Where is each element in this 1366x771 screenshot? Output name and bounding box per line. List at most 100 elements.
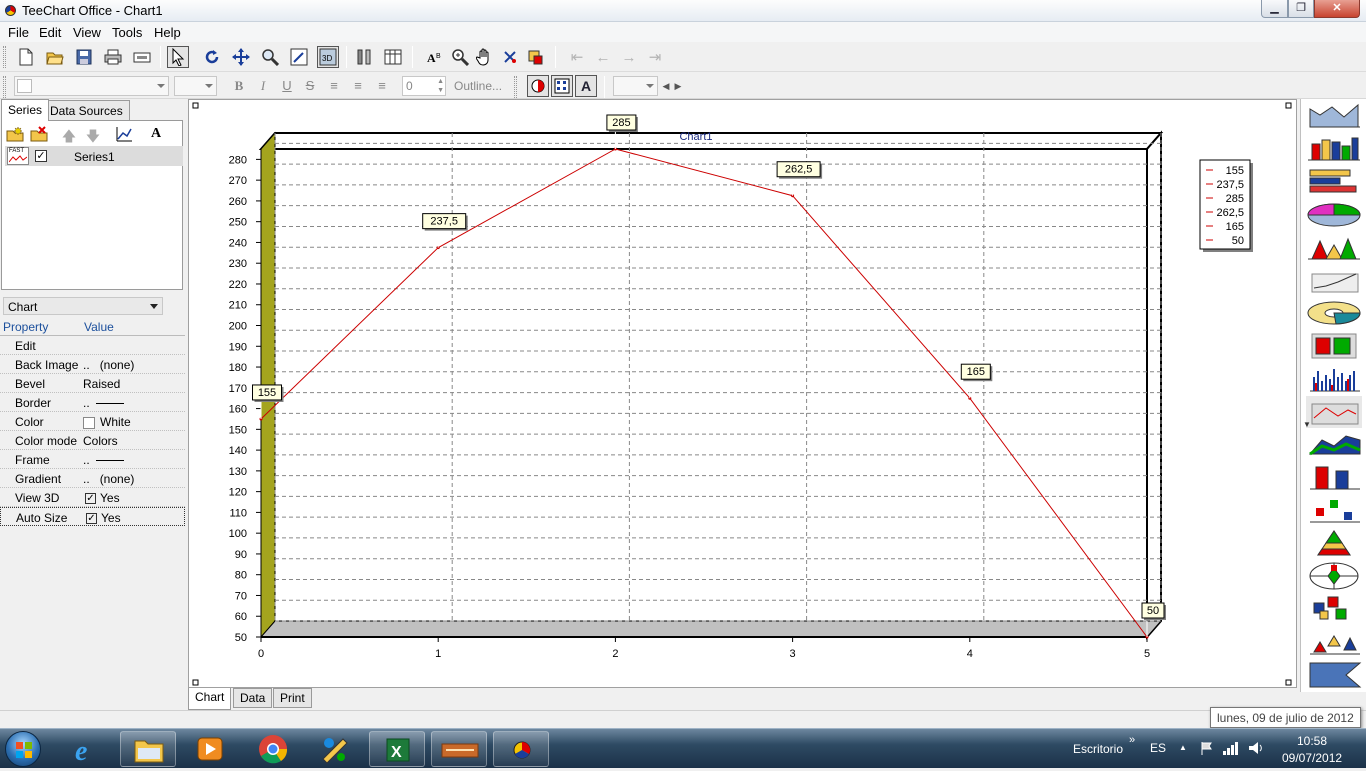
maximize-button[interactable]: ❐ [1288, 0, 1314, 18]
stepper-arrows-icon[interactable]: ▲ ▼ [437, 77, 444, 95]
clock-time[interactable]: 10:58 [1297, 734, 1327, 748]
gallery-surface-icon[interactable] [1306, 428, 1362, 460]
print-preview-icon[interactable] [131, 46, 153, 68]
tab-series[interactable]: Series [1, 99, 50, 121]
strikeout-button[interactable]: S [300, 76, 320, 96]
tab-data[interactable]: Data [233, 688, 273, 708]
pan-hand-icon[interactable] [474, 46, 496, 68]
gallery-donut-icon[interactable] [1306, 297, 1362, 329]
property-row-bevel[interactable]: Bevel Raised [0, 374, 185, 393]
taskbar-media-player-icon[interactable] [182, 731, 238, 767]
zoom-in-icon[interactable] [449, 46, 471, 68]
align-right-icon[interactable]: ≡ [372, 76, 392, 96]
data-table-icon[interactable] [382, 46, 404, 68]
scroll-right-icon[interactable]: ▶ [672, 76, 684, 96]
property-row-frame[interactable]: Frame .. [0, 450, 185, 469]
align-center-icon[interactable]: ≡ [348, 76, 368, 96]
gallery-area-chart-icon[interactable] [1306, 99, 1362, 131]
toolbar-grip[interactable] [3, 46, 6, 68]
taskbar-ie-icon[interactable]: e [61, 731, 117, 767]
property-row-gradient[interactable]: Gradient .. (none) [0, 469, 185, 488]
color-swatch[interactable] [83, 416, 95, 429]
close-button[interactable]: ✕ [1314, 0, 1360, 18]
gallery-3d-area-icon[interactable] [1306, 231, 1362, 263]
align-left-icon[interactable]: ≡ [324, 76, 344, 96]
start-button[interactable] [5, 731, 41, 767]
open-folder-icon[interactable] [44, 46, 66, 68]
underline-button[interactable]: U [277, 76, 297, 96]
tray-expand-icon[interactable]: ▲ [1179, 743, 1187, 752]
chart-3d-icon[interactable]: 3D [317, 46, 339, 68]
italic-button[interactable]: I [253, 76, 273, 96]
auto-size-checkbox[interactable]: ✓ [86, 513, 97, 525]
ellipsis-button[interactable]: .. [83, 358, 90, 372]
series-gallery-icon[interactable] [114, 126, 134, 144]
select-pointer-icon[interactable] [167, 46, 189, 68]
minimize-button[interactable]: ▁ [1261, 0, 1288, 18]
zoom-icon[interactable] [259, 46, 281, 68]
delete-icon[interactable] [499, 46, 521, 68]
gallery-points-icon[interactable] [1306, 494, 1362, 526]
menu-view[interactable]: View [73, 25, 101, 40]
ellipsis-button[interactable]: .. [83, 396, 90, 410]
export-icon[interactable] [524, 46, 546, 68]
add-series-icon[interactable] [5, 126, 25, 144]
property-row-border[interactable]: Border .. [0, 393, 185, 412]
gallery-bar-chart-icon[interactable] [1306, 132, 1362, 164]
menu-help[interactable]: Help [154, 25, 181, 40]
taskbar-explorer-icon[interactable] [120, 731, 176, 767]
zoom-combo[interactable] [613, 76, 658, 96]
gallery-gantt-icon[interactable] [1306, 330, 1362, 362]
language-indicator[interactable]: ES [1150, 741, 1166, 755]
gallery-pyramid-icon[interactable] [1306, 527, 1362, 559]
series-list-item[interactable]: FAST ✓ Series1 [5, 146, 183, 166]
gallery-shapes-icon[interactable] [1306, 626, 1362, 658]
print-icon[interactable] [102, 46, 124, 68]
series-visible-checkbox[interactable]: ✓ [35, 150, 47, 162]
move-down-icon[interactable]: 🡇 [83, 126, 103, 144]
gallery-pie-chart-icon[interactable] [1306, 198, 1362, 230]
gallery-horizontal-bar-icon[interactable] [1306, 165, 1362, 197]
previous-page-icon[interactable]: ← [592, 46, 614, 68]
view-3d-checkbox[interactable]: ✓ [85, 493, 96, 505]
tab-print[interactable]: Print [273, 688, 312, 708]
scroll-left-icon[interactable]: ◀ [660, 76, 672, 96]
ellipsis-button[interactable]: .. [83, 453, 90, 467]
tools-icon[interactable] [353, 46, 375, 68]
gallery-fastline-icon[interactable] [1306, 264, 1362, 296]
menu-tools[interactable]: Tools [112, 25, 142, 40]
last-page-icon[interactable]: ⇥ [644, 46, 666, 68]
outline-button[interactable]: Outline... [454, 79, 502, 93]
gallery-funnel-icon[interactable] [1306, 659, 1362, 691]
property-row-color[interactable]: Color White [0, 412, 185, 431]
object-selector-combo[interactable]: Chart [3, 297, 163, 315]
tab-chart[interactable]: Chart [188, 688, 232, 710]
chart-title[interactable]: Chart1 [679, 131, 712, 143]
desktop-toolbar-arrows[interactable]: » [1129, 734, 1135, 746]
move-up-icon[interactable]: 🡅 [59, 126, 79, 144]
clock-date[interactable]: 09/07/2012 [1282, 751, 1342, 765]
gallery-line-chart-icon[interactable] [1306, 396, 1362, 428]
edit-chart-icon[interactable] [288, 46, 310, 68]
font-name-combo[interactable] [14, 76, 169, 96]
toolbar-grip[interactable] [514, 76, 517, 98]
taskbar-app-icon[interactable] [431, 731, 487, 767]
first-page-icon[interactable]: ⇤ [566, 46, 588, 68]
bold-button[interactable]: B [229, 76, 249, 96]
font-size-combo[interactable] [174, 76, 217, 96]
gallery-bubble-icon[interactable] [1306, 593, 1362, 625]
next-page-icon[interactable]: → [618, 46, 640, 68]
taskbar-excel-icon[interactable]: X [369, 731, 425, 767]
outline-width-stepper[interactable]: 0 ▲ ▼ [402, 76, 446, 96]
taskbar-paint-icon[interactable] [307, 731, 363, 767]
pattern-icon[interactable] [551, 75, 573, 97]
ellipsis-button[interactable]: .. [83, 472, 90, 486]
toolbar-grip[interactable] [3, 76, 6, 98]
tab-data-sources[interactable]: Data Sources [43, 100, 130, 120]
property-row-color-mode[interactable]: Color mode Colors [0, 431, 185, 450]
gradient-icon[interactable] [527, 75, 549, 97]
desktop-toolbar-label[interactable]: Escritorio [1073, 742, 1123, 756]
property-row-back-image[interactable]: Back Image .. (none) [0, 355, 185, 374]
spell-check-icon[interactable]: AB [424, 46, 446, 68]
property-row-auto-size[interactable]: Auto Size ✓ Yes [0, 507, 185, 526]
